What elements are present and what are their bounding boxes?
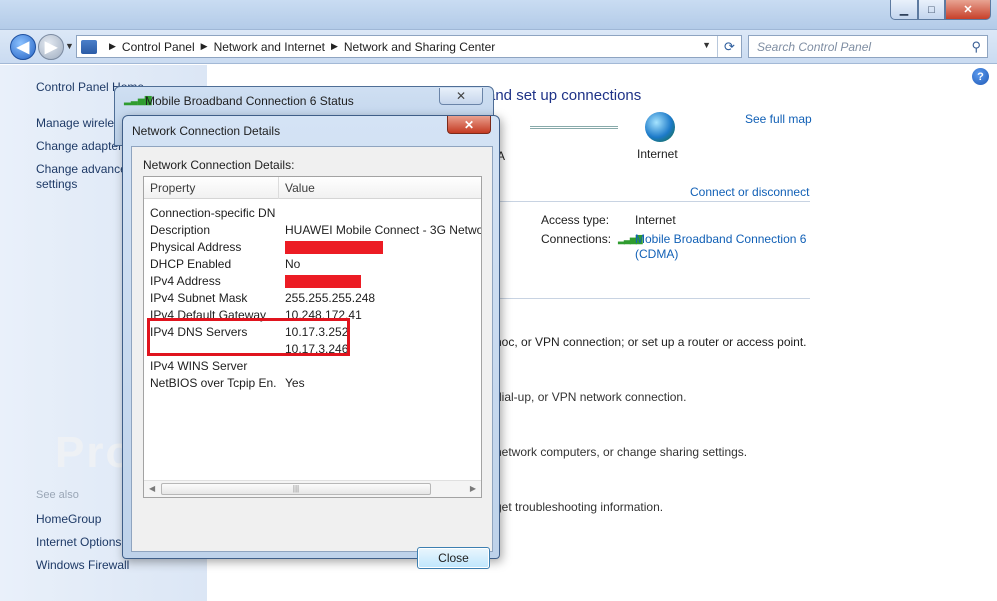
property-cell: IPv4 Address [150,274,221,288]
column-header-property[interactable]: Property [150,181,195,195]
property-cell: NetBIOS over Tcpip En... [150,376,276,390]
refresh-icon[interactable]: ⟳ [717,36,741,57]
column-divider[interactable] [278,177,279,199]
property-cell: Physical Address [150,240,242,254]
caption-buttons: ▁ □ ✕ [890,0,991,20]
column-header-value[interactable]: Value [285,181,315,195]
task-description: hoc, or VPN connection; or set up a rout… [495,335,807,349]
table-row[interactable]: Physical Address [144,239,481,256]
breadcrumb-network-and-sharing-center[interactable]: Network and Sharing Center [344,40,495,54]
horizontal-scrollbar[interactable]: ◀ ||| ▶ [144,480,481,497]
manage-wireless-link[interactable]: Manage wireless [36,116,126,130]
change-advanced-link[interactable]: Change advanced [36,162,133,176]
value-cell: Yes [285,376,305,390]
connect-or-disconnect-link[interactable]: Connect or disconnect [690,185,809,199]
access-type-value: Internet [635,213,676,227]
divider [497,201,810,202]
maximize-button[interactable]: □ [918,0,945,20]
divider [497,298,810,299]
value-cell: HUAWEI Mobile Connect - 3G Network C [285,223,482,237]
breadcrumb-separator-icon[interactable]: ▶ [109,41,116,52]
details-caption: Network Connection Details: [143,158,295,172]
breadcrumb-network-and-internet[interactable]: Network and Internet [214,40,325,54]
access-type-label: Access type: [541,213,610,227]
change-advanced-link-line2[interactable]: settings [36,177,77,191]
table-row[interactable]: Connection-specific DN... [144,205,481,222]
breadcrumb-separator-icon[interactable]: ▶ [201,41,208,52]
search-placeholder: Search Control Panel [757,40,872,54]
status-dialog-close-button[interactable]: ✕ [439,88,483,105]
table-row[interactable]: IPv4 Subnet Mask 255.255.255.248 [144,290,481,307]
table-row[interactable]: NetBIOS over Tcpip En... Yes [144,375,481,392]
close-button[interactable]: Close [417,547,490,569]
scroll-right-icon[interactable]: ▶ [470,484,476,493]
connections-label: Connections: [541,232,612,246]
homegroup-link[interactable]: HomeGroup [36,512,101,526]
see-full-map-link[interactable]: See full map [745,112,812,126]
list-header: Property Value [144,177,481,199]
task-description: get troubleshooting information. [495,500,664,514]
table-row[interactable]: Description HUAWEI Mobile Connect - 3G N… [144,222,482,239]
change-adapter-link[interactable]: Change adapter [36,139,122,153]
search-input[interactable]: Search Control Panel ⚲ [748,35,988,58]
value-cell: No [285,257,301,271]
status-dialog-title: Mobile Broadband Connection 6 Status [145,94,354,108]
table-row[interactable]: DHCP Enabled No [144,256,481,273]
redaction-mark [285,241,383,254]
control-panel-icon [81,39,97,54]
task-description: network computers, or change sharing set… [495,445,748,459]
table-row[interactable]: IPv4 Address [144,273,481,290]
scrollbar-thumb[interactable]: ||| [161,483,431,495]
window-titlebar: ▁ □ ✕ [0,0,997,30]
minimize-button[interactable]: ▁ [890,0,918,20]
property-cell: Description [150,223,211,237]
address-bar[interactable]: ▶ Control Panel ▶ Network and Internet ▶… [76,35,742,58]
see-also-heading: See also [36,489,79,501]
breadcrumb-control-panel[interactable]: Control Panel [122,40,195,54]
property-cell: IPv4 WINS Server [150,359,248,373]
table-row[interactable]: IPv4 WINS Server [144,358,481,375]
navigation-bar: ◀ ▶ ▼ ▶ Control Panel ▶ Network and Inte… [0,30,997,64]
property-cell: Connection-specific DN... [150,206,276,220]
property-cell: IPv4 Subnet Mask [150,291,248,305]
close-window-button[interactable]: ✕ [945,0,991,20]
breadcrumb-separator-icon[interactable]: ▶ [331,41,338,52]
property-cell: DHCP Enabled [150,257,232,271]
redaction-mark [285,275,361,288]
dns-highlight-box [147,318,350,356]
network-map-connector [530,126,618,129]
internet-globe-icon [645,112,675,142]
scroll-left-icon[interactable]: ◀ [149,484,155,493]
value-cell: 255.255.255.248 [285,291,376,305]
connection-link[interactable]: Mobile Broadband Connection 6 (CDMA) [635,232,825,262]
internet-options-link[interactable]: Internet Options [36,535,121,549]
back-button[interactable]: ◀ [10,34,36,60]
details-dialog-title: Network Connection Details [132,124,281,138]
help-icon[interactable]: ? [972,68,989,85]
details-dialog-close-icon[interactable]: ✕ [447,116,491,134]
address-dropdown-icon[interactable]: ▼ [702,40,711,50]
windows-firewall-link[interactable]: Windows Firewall [36,558,129,572]
task-description: dial-up, or VPN network connection. [495,390,687,404]
forward-button[interactable]: ▶ [38,34,64,60]
recent-pages-dropdown-icon[interactable]: ▼ [65,41,74,51]
search-icon[interactable]: ⚲ [971,39,981,55]
page-title: and set up connections [487,87,642,104]
internet-label: Internet [637,147,678,161]
